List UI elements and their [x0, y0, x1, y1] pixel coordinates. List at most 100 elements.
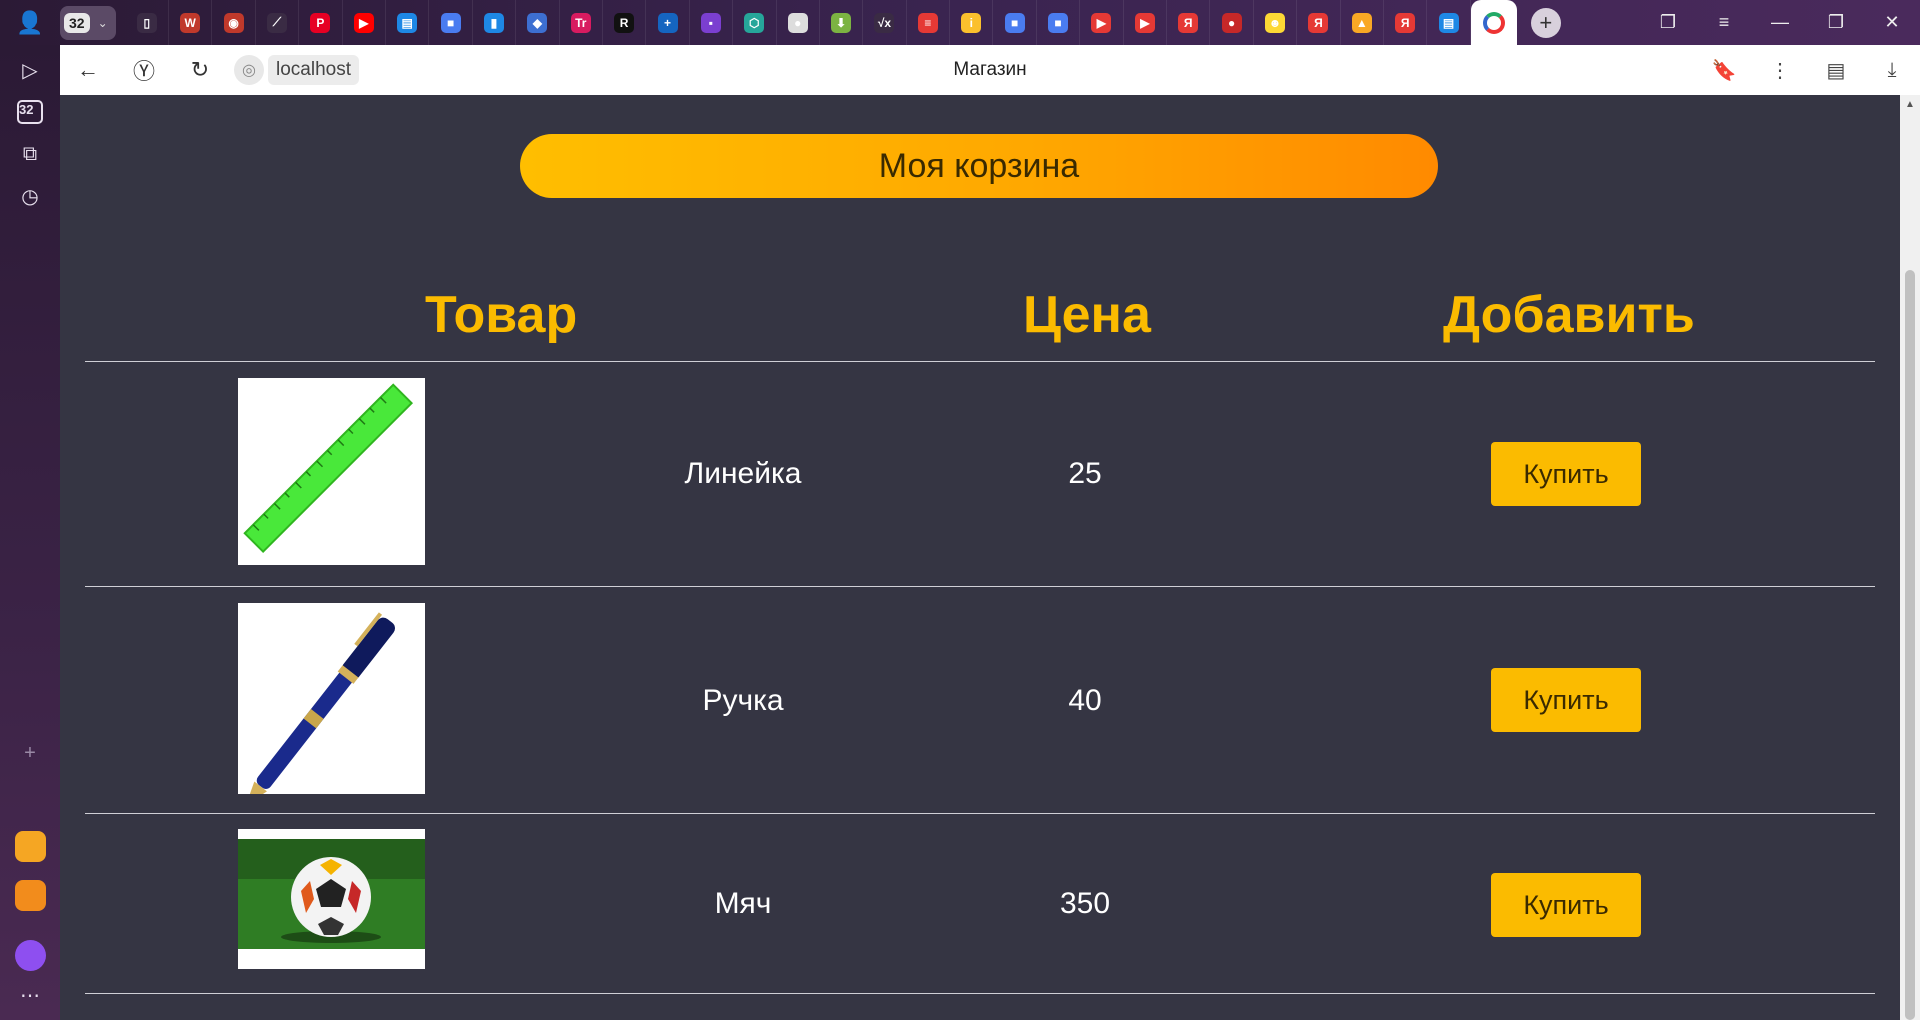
divider [85, 813, 1875, 814]
buy-button-pen[interactable]: Купить [1491, 668, 1641, 732]
tab-pinterest[interactable]: P [299, 0, 343, 45]
screenshot-icon[interactable]: ⧉ [15, 139, 45, 169]
history-icon[interactable]: ◷ [15, 181, 45, 211]
tab-box[interactable]: ⬡ [733, 0, 777, 45]
tab-cube2[interactable]: ■ [993, 0, 1037, 45]
pinned-tabs: ▯ W ◉ ⟋ P ▶ ▤ ■ ▮ ◆ Tr R + ▪ ⬡ ● ⬇ √x ≡ i ■ ■ ▶ ▶ Я ● ☻ Я ▲ Я ▤ [126, 0, 1471, 45]
cart-button[interactable]: Моя корзина [520, 134, 1438, 198]
restore-button[interactable]: ❐ [1808, 0, 1864, 45]
box-icon: ⬡ [744, 12, 765, 33]
doc-icon: ▯ [136, 12, 157, 33]
product-price: 25 [1068, 457, 1102, 490]
tab-play2[interactable]: ▶ [1124, 0, 1168, 45]
tab-red2[interactable]: ● [1210, 0, 1254, 45]
ya3-icon: Я [1395, 12, 1416, 33]
reload-button[interactable]: ↻ [172, 45, 228, 95]
tab-cube3[interactable]: ■ [1037, 0, 1081, 45]
scroll-up-icon[interactable]: ▲ [1905, 99, 1915, 110]
product-image-ruler [238, 378, 425, 565]
alice-assistant-icon[interactable] [15, 940, 46, 971]
tab-counter[interactable]: 32 ⌄ [60, 5, 116, 40]
yandex-home-button[interactable]: Ⓨ [116, 45, 172, 95]
tab-loader[interactable]: ⟋ [256, 0, 300, 45]
tab-ya2[interactable]: Я [1297, 0, 1341, 45]
plus-icon: + [657, 12, 678, 33]
tab-doc[interactable]: ▯ [126, 0, 170, 45]
product-name: Мяч [714, 887, 772, 920]
tab-basket[interactable]: ◆ [516, 0, 560, 45]
close-window-button[interactable]: ✕ [1864, 0, 1920, 45]
product-name: Линейка [684, 457, 802, 490]
mail-app-icon[interactable] [15, 880, 46, 911]
stripes-icon: ≡ [917, 12, 938, 33]
divider [85, 993, 1875, 994]
basket-icon: ◆ [527, 12, 548, 33]
page-viewport: Моя корзина Товар Цена Добавить Линейка … [60, 95, 1900, 1020]
minimize-button[interactable]: — [1752, 0, 1808, 45]
tab-info[interactable]: i [950, 0, 994, 45]
scrollbar-thumb[interactable] [1905, 270, 1915, 1020]
downloads-icon[interactable]: ⤓ [1864, 45, 1920, 95]
tab-r[interactable]: R [603, 0, 647, 45]
chevron-down-icon[interactable]: ⌄ [94, 16, 112, 30]
tab-face[interactable]: ☻ [1254, 0, 1298, 45]
purple-icon: ▪ [700, 12, 721, 33]
msg-icon: ▤ [1438, 12, 1459, 33]
tab-sqrt[interactable]: √x [863, 0, 907, 45]
reader-icon[interactable]: ▤ [1808, 45, 1864, 95]
tab-plus[interactable]: + [646, 0, 690, 45]
site-favicon-icon [1482, 11, 1505, 34]
menu-icon[interactable]: ≡ [1696, 0, 1752, 45]
tab-ya3[interactable]: Я [1384, 0, 1428, 45]
notes-app-icon[interactable] [15, 831, 46, 862]
tab-msg[interactable]: ▤ [1427, 0, 1471, 45]
tab-picture[interactable]: ▲ [1341, 0, 1384, 45]
tab-download[interactable]: ⬇ [820, 0, 864, 45]
collections-icon[interactable]: ❐ [1640, 0, 1696, 45]
download-icon: ⬇ [831, 12, 852, 33]
play-icon[interactable]: ▷ [15, 55, 45, 85]
more-icon[interactable]: ⋯ [15, 980, 45, 1010]
book-icon: ▮ [483, 12, 504, 33]
divider [85, 586, 1875, 587]
face-icon: ☻ [1264, 12, 1285, 33]
buy-button-soccer-ball[interactable]: Купить [1491, 873, 1641, 937]
back-button[interactable]: ← [60, 45, 116, 95]
tab-book[interactable]: ▮ [473, 0, 517, 45]
cube2-icon: ■ [1004, 12, 1025, 33]
bookmark-icon[interactable]: 🔖 [1696, 45, 1752, 95]
header-add: Добавить [1443, 286, 1695, 344]
tab-play1[interactable]: ▶ [1080, 0, 1124, 45]
tab-ya1[interactable]: Я [1167, 0, 1211, 45]
active-tab[interactable] [1470, 0, 1517, 45]
product-image-pen [238, 603, 425, 806]
tab-chat[interactable]: ▤ [386, 0, 430, 45]
url-field[interactable]: ◎ localhost [234, 52, 359, 88]
circle-icon: ● [787, 12, 808, 33]
ya1-icon: Я [1178, 12, 1199, 33]
new-tab-button[interactable]: + [1530, 7, 1561, 38]
buy-button-ruler[interactable]: Купить [1491, 442, 1641, 506]
ya2-icon: Я [1308, 12, 1329, 33]
scrollbar[interactable]: ▲ [1900, 95, 1920, 1020]
divider [85, 361, 1875, 362]
tab-cube[interactable]: ■ [429, 0, 473, 45]
profile-icon[interactable]: 👤 [0, 0, 60, 45]
w-icon: W [180, 12, 201, 33]
tabs-count-icon[interactable]: 32 [15, 97, 45, 127]
tab-red-circle[interactable]: ◉ [212, 0, 256, 45]
sqrt-icon: √x [874, 12, 895, 33]
site-info-icon[interactable]: ◎ [234, 55, 264, 85]
tab-count-badge: 32 [64, 12, 90, 33]
tab-w[interactable]: W [169, 0, 213, 45]
tab-circle[interactable]: ● [777, 0, 820, 45]
address-bar: ← Ⓨ ↻ ◎ localhost Магазин 🔖 ⋮ ▤ ⤓ [60, 45, 1920, 95]
tab-stripes[interactable]: ≡ [907, 0, 951, 45]
add-panel-icon[interactable]: + [15, 738, 45, 768]
tab-tr[interactable]: Tr [560, 0, 603, 45]
more-options-icon[interactable]: ⋮ [1752, 45, 1808, 95]
tab-youtube[interactable]: ▶ [343, 0, 386, 45]
tab-purple[interactable]: ▪ [690, 0, 734, 45]
product-price: 350 [1059, 887, 1111, 920]
tr-icon: Tr [570, 12, 591, 33]
